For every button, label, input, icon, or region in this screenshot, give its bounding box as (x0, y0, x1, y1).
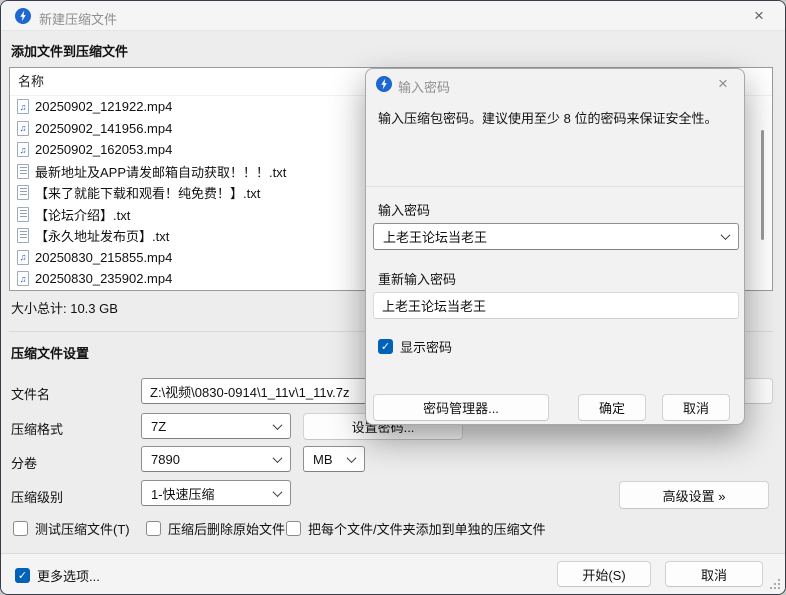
mp4-file-icon: ♫ (17, 271, 29, 287)
dialog-divider (366, 186, 744, 187)
txt-file-icon (17, 228, 29, 244)
password-combobox[interactable]: 上老王论坛当老王 (373, 223, 739, 250)
checkbox-checked-icon (15, 568, 30, 583)
format-label: 压缩格式 (11, 422, 64, 437)
file-name: 20250830_235902.mp4 (35, 271, 173, 287)
password-value: 上老王论坛当老王 (383, 230, 488, 245)
app-icon (15, 8, 31, 24)
section-archive-settings: 压缩文件设置 (11, 346, 90, 361)
enter-password-dialog: 输入密码 × 输入压缩包密码。建议使用至少 8 位的密码来保证安全性。 输入密码… (365, 68, 745, 425)
checkbox-icon (146, 521, 161, 536)
chevron-down-icon (272, 486, 283, 497)
file-name: 【论坛介绍】.txt (35, 207, 131, 223)
delete-after-checkbox[interactable]: 压缩后删除原始文件 (146, 519, 285, 538)
window-title: 新建压缩文件 (39, 12, 118, 27)
close-icon[interactable]: × (741, 3, 777, 29)
dialog-icon (376, 76, 392, 92)
checkbox-label: 测试压缩文件(T) (35, 522, 130, 537)
level-value: 1-快速压缩 (151, 486, 215, 502)
checkbox-label: 压缩后删除原始文件 (168, 522, 286, 537)
dialog-title: 输入密码 (398, 80, 451, 95)
txt-file-icon (17, 185, 29, 201)
format-combobox[interactable]: 7Z (141, 413, 291, 439)
checkbox-icon (13, 521, 28, 536)
resize-grip[interactable] (770, 579, 780, 589)
level-label: 压缩级别 (11, 490, 64, 505)
password-manager-button[interactable]: 密码管理器... (373, 394, 549, 421)
mp4-file-icon: ♫ (17, 249, 29, 265)
show-password-checkbox[interactable]: 显示密码 (378, 337, 452, 356)
file-name: 20250902_141956.mp4 (35, 120, 173, 136)
file-name: 20250830_215855.mp4 (35, 249, 173, 265)
more-options-label: 更多选项... (37, 569, 100, 584)
chevron-down-icon (272, 419, 283, 430)
cancel-button[interactable]: 取消 (665, 561, 763, 587)
section-add-files: 添加文件到压缩文件 (11, 44, 129, 59)
chevron-down-icon (272, 452, 283, 463)
volume-unit-combobox[interactable]: MB (303, 446, 365, 472)
checkbox-icon (286, 521, 301, 536)
test-archive-checkbox[interactable]: 测试压缩文件(T) (13, 519, 130, 538)
ok-button[interactable]: 确定 (578, 394, 646, 421)
confirm-password-label: 重新输入密码 (378, 272, 457, 287)
chevron-down-icon (346, 452, 357, 463)
file-name: 【永久地址发布页】.txt (35, 229, 170, 245)
mp4-file-icon: ♫ (17, 120, 29, 136)
list-scrollbar[interactable] (761, 130, 764, 240)
file-name: 最新地址及APP请发邮箱自动获取！！！.txt (35, 164, 287, 180)
mp4-file-icon: ♫ (17, 142, 29, 158)
txt-file-icon (17, 163, 29, 179)
titlebar: 新建压缩文件 × (1, 1, 785, 31)
volume-size-combobox[interactable]: 7890 (141, 446, 291, 472)
filename-label: 文件名 (11, 387, 51, 402)
checkbox-checked-icon (378, 339, 393, 354)
password-label: 输入密码 (378, 203, 431, 218)
more-options-checkbox[interactable]: 更多选项... (15, 566, 100, 585)
footer-bar: 更多选项... 开始(S) 取消 (1, 553, 785, 594)
show-password-label: 显示密码 (400, 340, 453, 355)
file-name: 20250902_162053.mp4 (35, 142, 173, 158)
dialog-description: 输入压缩包密码。建议使用至少 8 位的密码来保证安全性。 (378, 111, 718, 126)
volume-value: 7890 (151, 451, 180, 467)
separate-archives-checkbox[interactable]: 把每个文件/文件夹添加到单独的压缩文件 (286, 519, 546, 538)
compression-level-combobox[interactable]: 1-快速压缩 (141, 480, 291, 506)
volume-label: 分卷 (11, 456, 38, 471)
dialog-close-icon[interactable]: × (706, 71, 740, 97)
txt-file-icon (17, 206, 29, 222)
checkbox-label: 把每个文件/文件夹添加到单独的压缩文件 (308, 522, 546, 537)
dialog-cancel-button[interactable]: 取消 (662, 394, 730, 421)
file-name: 20250902_121922.mp4 (35, 99, 173, 115)
mp4-file-icon: ♫ (17, 99, 29, 115)
confirm-password-input[interactable] (373, 292, 739, 319)
file-name: 【来了就能下载和观看！纯免费！】.txt (35, 186, 261, 202)
advanced-settings-button[interactable]: 高级设置 » (619, 481, 769, 509)
start-button[interactable]: 开始(S) (557, 561, 651, 587)
chevron-down-icon (720, 230, 731, 241)
format-value: 7Z (151, 418, 167, 434)
volume-unit-value: MB (313, 451, 333, 467)
total-size-label: 大小总计: 10.3 GB (11, 301, 118, 316)
